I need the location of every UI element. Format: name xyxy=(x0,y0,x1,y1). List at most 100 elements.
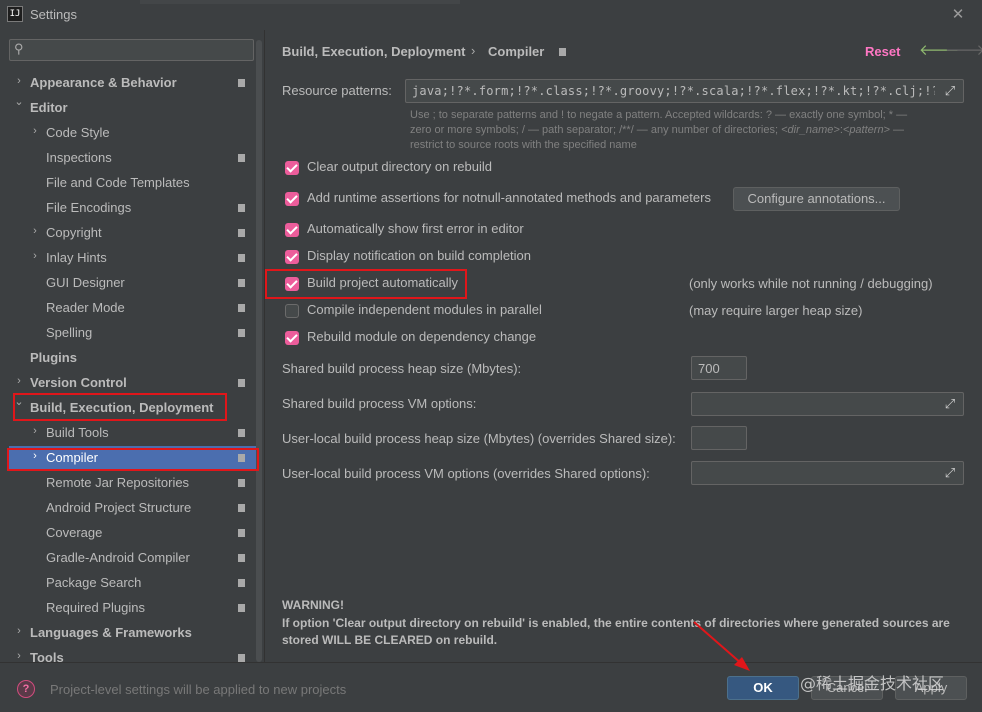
sidebar-item[interactable]: Android Project Structure xyxy=(0,496,256,521)
sidebar-item[interactable]: › Code Style xyxy=(0,121,256,146)
chevron-down-icon[interactable]: ⌄ xyxy=(14,395,24,408)
sidebar-scrollbar[interactable] xyxy=(256,40,262,662)
chevron-right-icon[interactable]: › xyxy=(30,250,40,262)
sidebar-item[interactable]: › Compiler xyxy=(9,446,256,471)
sidebar-item[interactable]: GUI Designer xyxy=(0,271,256,296)
show-first-error-checkbox[interactable] xyxy=(285,223,299,237)
project-scope-icon xyxy=(238,279,245,287)
chevron-right-icon[interactable]: › xyxy=(30,225,40,237)
runtime-assertions-checkbox[interactable] xyxy=(285,192,299,206)
display-notification-label: Display notification on build completion xyxy=(307,248,532,263)
configure-annotations-button[interactable]: Configure annotations... xyxy=(733,187,900,211)
shared-heap-label: Shared build process heap size (Mbytes): xyxy=(282,361,522,376)
warning-text: If option 'Clear output directory on reb… xyxy=(282,616,950,647)
build-automatically-checkbox[interactable] xyxy=(285,277,299,291)
reset-link[interactable]: Reset xyxy=(865,44,900,59)
resource-patterns-field[interactable]: ⤢ xyxy=(405,79,964,103)
chevron-right-icon[interactable]: › xyxy=(30,125,40,137)
sidebar-item[interactable]: Inspections xyxy=(0,146,256,171)
user-heap-input[interactable] xyxy=(698,429,742,447)
clear-output-checkbox[interactable] xyxy=(285,161,299,175)
sidebar-item[interactable]: Spelling xyxy=(0,321,256,346)
chevron-right-icon[interactable]: › xyxy=(14,375,24,387)
chevron-right-icon[interactable]: › xyxy=(14,650,24,662)
expand-icon[interactable]: ⤢ xyxy=(941,464,959,482)
sidebar-item[interactable]: › Copyright xyxy=(0,221,256,246)
arrow-right-icon[interactable]: 🡒 xyxy=(945,40,982,59)
chevron-right-icon[interactable]: › xyxy=(14,625,24,637)
sidebar-item[interactable]: › Build Tools xyxy=(0,421,256,446)
sidebar-item-label: Build Tools xyxy=(46,425,109,440)
sidebar-item-label: Inspections xyxy=(46,150,112,165)
project-scope-icon xyxy=(238,579,245,587)
chevron-right-icon[interactable]: › xyxy=(14,75,24,87)
project-scope-icon xyxy=(238,554,245,562)
user-vm-field[interactable]: ⤢ xyxy=(691,461,964,485)
chevron-right-icon[interactable]: › xyxy=(30,425,40,437)
sidebar-item[interactable]: ⌄ Editor xyxy=(0,96,256,121)
search-input[interactable] xyxy=(32,41,247,59)
breadcrumb-parent[interactable]: Build, Execution, Deployment xyxy=(282,44,465,59)
sidebar-item[interactable]: Package Search xyxy=(0,571,256,596)
hint-line-1: Use ; to separate patterns and ! to nega… xyxy=(410,109,908,121)
ok-button[interactable]: OK xyxy=(727,676,799,700)
sidebar-item[interactable]: Plugins xyxy=(0,346,256,371)
settings-search[interactable]: ⚲ xyxy=(9,39,254,61)
dialog-footer: ? Project-level settings will be applied… xyxy=(0,662,982,712)
hint-pattern: <pattern> xyxy=(842,124,890,136)
display-notification-checkbox[interactable] xyxy=(285,250,299,264)
sidebar-item-label: Plugins xyxy=(30,350,77,365)
sidebar-item[interactable]: › Appearance & Behavior xyxy=(0,71,256,96)
build-automatically-note: (only works while not running / debuggin… xyxy=(689,276,933,291)
sidebar-item-label: Inlay Hints xyxy=(46,250,107,265)
compiler-settings-panel: Build, Execution, Deployment › Compiler … xyxy=(264,30,982,662)
rebuild-on-dependency-checkbox[interactable] xyxy=(285,331,299,345)
expand-icon[interactable]: ⤢ xyxy=(941,395,959,413)
sidebar-item[interactable]: Gradle-Android Compiler xyxy=(0,546,256,571)
project-scope-icon xyxy=(238,329,245,337)
shared-vm-input[interactable] xyxy=(698,395,935,413)
help-icon[interactable]: ? xyxy=(17,680,35,698)
sidebar-item[interactable]: File and Code Templates xyxy=(0,171,256,196)
resource-patterns-label: Resource patterns: xyxy=(282,83,392,98)
shared-heap-field[interactable] xyxy=(691,356,747,380)
sidebar-item[interactable]: ⌄ Build, Execution, Deployment xyxy=(0,396,256,421)
ij-logo-icon: IJ xyxy=(7,6,23,22)
hint-line-2-text: zero or more symbols; / — path separator… xyxy=(410,124,782,136)
footer-note: Project-level settings will be applied t… xyxy=(50,682,347,697)
project-scope-icon xyxy=(238,154,245,162)
project-scope-icon xyxy=(238,604,245,612)
project-scope-icon xyxy=(238,204,245,212)
sidebar-item[interactable]: › Inlay Hints xyxy=(0,246,256,271)
project-scope-icon xyxy=(238,654,245,662)
chevron-down-icon[interactable]: ⌄ xyxy=(14,95,24,108)
sidebar-item[interactable]: File Encodings xyxy=(0,196,256,221)
sidebar-item[interactable]: › Languages & Frameworks xyxy=(0,621,256,646)
user-heap-label: User-local build process heap size (Mbyt… xyxy=(282,431,676,446)
resource-patterns-input[interactable] xyxy=(412,82,935,100)
clear-output-label: Clear output directory on rebuild xyxy=(307,159,492,174)
warning-title: WARNING! xyxy=(282,598,344,612)
shared-vm-field[interactable]: ⤢ xyxy=(691,392,964,416)
sidebar-item-label: Languages & Frameworks xyxy=(30,625,192,640)
window-title: Settings xyxy=(30,7,77,22)
sidebar-item[interactable]: Reader Mode xyxy=(0,296,256,321)
sidebar-item-label: Appearance & Behavior xyxy=(30,75,177,90)
compile-parallel-note: (may require larger heap size) xyxy=(689,303,863,318)
cancel-button[interactable]: Cancel xyxy=(811,676,883,700)
sidebar-item[interactable]: Coverage xyxy=(0,521,256,546)
hint-line-2: zero or more symbols; / — path separator… xyxy=(410,123,970,138)
user-heap-field[interactable] xyxy=(691,426,747,450)
sidebar-item[interactable]: › Version Control xyxy=(0,371,256,396)
shared-heap-input[interactable] xyxy=(698,359,742,377)
close-icon[interactable]: ✕ xyxy=(946,4,970,26)
project-scope-icon xyxy=(559,48,566,56)
expand-icon[interactable]: ⤢ xyxy=(941,82,959,100)
sidebar-item[interactable]: Remote Jar Repositories xyxy=(0,471,256,496)
user-vm-input[interactable] xyxy=(698,464,935,482)
sidebar-item[interactable]: Required Plugins xyxy=(0,596,256,621)
project-scope-icon xyxy=(238,254,245,262)
compile-parallel-checkbox[interactable] xyxy=(285,304,299,318)
apply-button[interactable]: Apply xyxy=(895,676,967,700)
chevron-right-icon[interactable]: › xyxy=(30,450,40,462)
